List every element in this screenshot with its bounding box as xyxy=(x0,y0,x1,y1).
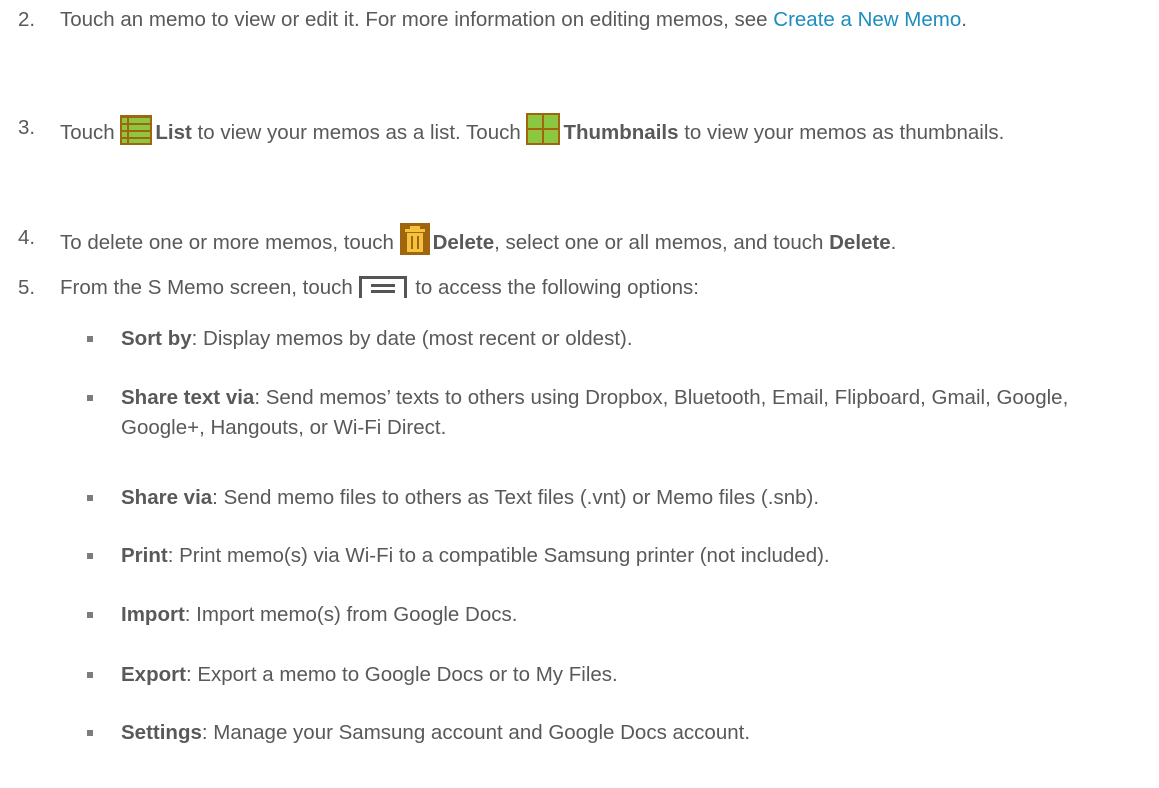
bullet-icon xyxy=(87,672,93,678)
bullet-icon xyxy=(87,553,93,559)
option-print: Print: Print memo(s) via Wi-Fi to a comp… xyxy=(87,541,1147,571)
option-desc: : Display memos by date (most recent or … xyxy=(191,327,633,350)
delete-label-2: Delete xyxy=(829,231,891,254)
menu-icon xyxy=(358,276,407,307)
option-label: Import xyxy=(121,603,185,626)
option-label: Share via xyxy=(121,486,213,509)
step-number: 3. xyxy=(18,116,36,139)
thumbnails-label: Thumbnails xyxy=(563,121,679,144)
step-text: From the S Memo screen, touch xyxy=(60,276,359,299)
bullet-icon xyxy=(87,395,93,401)
option-label: Settings xyxy=(121,721,202,744)
bullet-icon xyxy=(87,336,93,342)
trash-icon xyxy=(399,223,430,264)
step-number: 5. xyxy=(18,276,36,299)
step-text: to access the following options: xyxy=(409,276,699,299)
option-import: Import: Import memo(s) from Google Docs. xyxy=(87,600,1147,630)
list-label: List xyxy=(155,121,192,144)
step-number: 2. xyxy=(18,8,36,31)
option-label: Export xyxy=(121,663,186,686)
step-3: 3. Touch List to view your memos as a li… xyxy=(18,113,1148,154)
option-desc: : Send memos’ texts to others using Drop… xyxy=(121,386,1069,439)
step-number: 4. xyxy=(18,226,36,249)
step-text: to view your memos as thumbnails. xyxy=(678,121,1005,144)
option-export: Export: Export a memo to Google Docs or … xyxy=(87,660,1147,690)
option-desc: : Manage your Samsung account and Google… xyxy=(201,721,751,744)
option-share-via: Share via: Send memo files to others as … xyxy=(87,483,1147,513)
thumbnails-icon xyxy=(526,113,561,154)
list-icon xyxy=(120,115,153,154)
create-new-memo-link[interactable]: Create a New Memo xyxy=(773,8,961,31)
step-2: 2. Touch an memo to view or edit it. For… xyxy=(18,5,1148,35)
bullet-icon xyxy=(87,495,93,501)
option-label: Sort by xyxy=(121,327,192,350)
step-text: . xyxy=(890,231,897,254)
option-label: Share text via xyxy=(121,386,255,409)
option-desc: : Import memo(s) from Google Docs. xyxy=(184,603,518,626)
option-label: Print xyxy=(121,544,168,567)
step-text: Touch an memo to view or edit it. For mo… xyxy=(60,8,774,31)
step-4: 4. To delete one or more memos, touch De… xyxy=(18,223,1148,264)
option-desc: : Print memo(s) via Wi-Fi to a compatibl… xyxy=(167,544,830,567)
step-text: Touch xyxy=(60,121,121,144)
option-desc: : Export a memo to Google Docs or to My … xyxy=(185,663,618,686)
step-5: 5. From the S Memo screen, touch to acce… xyxy=(18,273,1148,307)
bullet-icon xyxy=(87,730,93,736)
step-text: To delete one or more memos, touch xyxy=(60,231,400,254)
option-desc: : Send memo files to others as Text file… xyxy=(212,486,820,509)
option-sort-by: Sort by: Display memos by date (most rec… xyxy=(87,324,1147,354)
option-share-text-via: Share text via: Send memos’ texts to oth… xyxy=(87,383,1147,443)
step-text: to view your memos as a list. Touch xyxy=(191,121,527,144)
step-text-end: . xyxy=(961,8,967,31)
step-text: , select one or all memos, and touch xyxy=(494,231,830,254)
delete-label: Delete xyxy=(432,231,495,254)
option-settings: Settings: Manage your Samsung account an… xyxy=(87,718,1147,748)
bullet-icon xyxy=(87,612,93,618)
